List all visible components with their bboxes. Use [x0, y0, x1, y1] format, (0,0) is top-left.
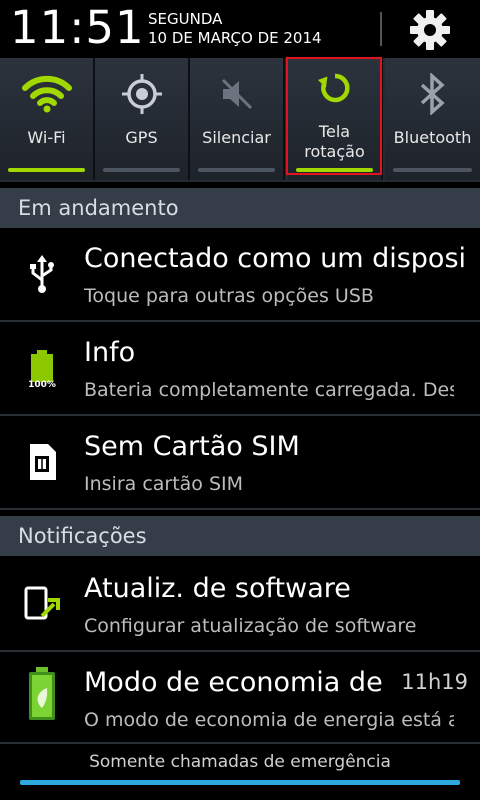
clock: 11:51 [10, 1, 145, 54]
software-update-icon [24, 586, 60, 620]
bluetooth-label: Bluetooth [393, 128, 472, 147]
header-divider [380, 12, 382, 46]
section-notifications: Notificações [0, 516, 480, 556]
notification-title: Atualiz. de software [84, 573, 351, 604]
notification-title: Info [84, 337, 136, 368]
battery-badge: 100% [28, 380, 56, 388]
gps-status-bar [103, 168, 180, 172]
no-sim-notification[interactable]: Sem Cartão SIM Insira cartão SIM [0, 416, 480, 510]
bluetooth-toggle[interactable]: Bluetooth [385, 58, 480, 180]
emergency-calls-text: Somente chamadas de emergência [89, 752, 391, 772]
notification-subtitle: Toque para outras opções USB [84, 285, 374, 307]
notification-title: Modo de economia de energia [84, 667, 384, 698]
power-saving-icon [29, 667, 55, 720]
notification-title: Conectado como um dispositivo de mídia [84, 243, 466, 274]
settings-button[interactable] [404, 6, 456, 54]
gps-toggle[interactable]: GPS [95, 58, 190, 180]
notification-time: 11h19 [401, 670, 468, 694]
battery-info-notification[interactable]: 100% Info Bateria completamente carregad… [0, 322, 480, 416]
weekday: SEGUNDA [148, 10, 223, 28]
section-notifications-title: Notificações [18, 524, 147, 548]
power-saving-notification[interactable]: Modo de economia de energia 11h19 O modo… [0, 652, 480, 744]
section-ongoing: Em andamento [0, 188, 480, 228]
mute-label: Silenciar [202, 128, 271, 147]
footer: Somente chamadas de emergência [0, 744, 480, 800]
gear-icon [410, 10, 450, 50]
wifi-icon [21, 75, 72, 113]
usb-notification[interactable]: Conectado como um dispositivo de mídia T… [0, 228, 480, 322]
software-update-notification[interactable]: Atualiz. de software Configurar atualiza… [0, 558, 480, 652]
battery-full-icon: 100% [28, 350, 56, 388]
notification-subtitle: Bateria completamente carregada. Descone… [84, 379, 454, 401]
status-header: 11:51 SEGUNDA 10 DE MARÇO DE 2014 [0, 0, 480, 58]
wifi-toggle[interactable]: Wi-Fi [0, 58, 95, 180]
notification-subtitle: Insira cartão SIM [84, 473, 244, 495]
usb-icon [30, 255, 54, 293]
notification-subtitle: O modo de economia de energia está ativa… [84, 709, 454, 731]
bluetooth-icon [420, 73, 445, 115]
mute-icon [221, 78, 252, 110]
date: 10 DE MARÇO DE 2014 [148, 29, 322, 47]
drag-handle[interactable] [20, 780, 460, 785]
selection-highlight [286, 57, 382, 175]
section-ongoing-title: Em andamento [18, 196, 179, 220]
mute-toggle[interactable]: Silenciar [190, 58, 285, 180]
bluetooth-status-bar [393, 168, 472, 172]
gps-icon [121, 74, 162, 114]
quick-settings-panel: Wi-Fi GPS Silenciar Tela rotação Bluetoo… [0, 58, 480, 182]
date-block: SEGUNDA 10 DE MARÇO DE 2014 [148, 10, 322, 48]
notification-subtitle: Configurar atualização de software [84, 615, 417, 637]
mute-status-bar [198, 168, 275, 172]
wifi-label: Wi-Fi [27, 128, 66, 147]
wifi-status-bar [8, 168, 85, 172]
sim-card-icon [30, 444, 56, 480]
notification-title: Sem Cartão SIM [84, 431, 300, 462]
gps-label: GPS [125, 128, 158, 147]
